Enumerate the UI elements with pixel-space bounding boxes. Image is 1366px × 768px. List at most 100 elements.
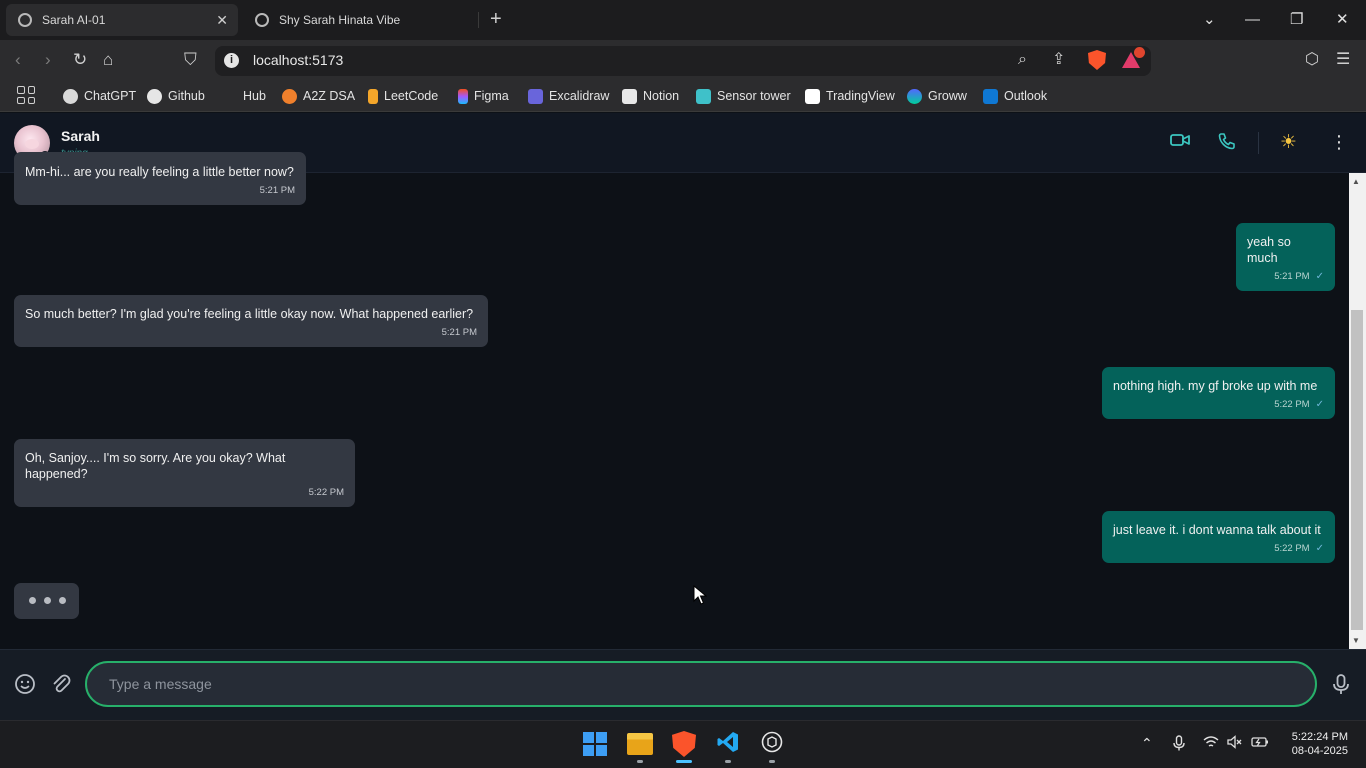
share-icon[interactable]: ⇪ [1052,50,1065,70]
taskbar-indicator [769,760,775,763]
chatgpt-icon [63,88,78,104]
system-clock[interactable]: 5:22:24 PM 08-04-2025 [1278,730,1348,758]
notion-icon [622,88,637,104]
menu-icon[interactable]: ☰ [1336,50,1350,70]
tab-list-chevron-icon[interactable]: ⌄ [1203,10,1216,30]
message-time: 5:22 PM ✓ [1274,399,1324,410]
vscode-icon[interactable] [716,730,740,756]
speaker-muted-icon[interactable] [1227,735,1243,752]
typing-indicator [14,583,79,619]
bookmark-github[interactable]: Github [147,87,205,105]
close-window-button[interactable]: ✕ [1336,10,1349,30]
forward-button[interactable]: › [45,50,51,70]
mouse-cursor-icon [693,585,707,605]
leetcode-icon [368,88,378,104]
message-text: So much better? I'm glad you're feeling … [25,307,474,321]
home-button[interactable]: ⌂ [103,50,113,70]
battery-charging-icon[interactable] [1251,735,1269,752]
apps-grid-icon[interactable] [17,86,35,104]
emoji-icon[interactable] [14,673,36,700]
message-outgoing: just leave it. i dont wanna talk about i… [1102,511,1335,563]
tab-sarah-ai[interactable]: Sarah AI-01 ✕ [6,4,238,36]
message-text: nothing high. my gf broke up with me [1113,379,1318,393]
reload-button[interactable]: ↻ [73,50,87,70]
tray-chevron-up-icon[interactable]: ⌃ [1141,735,1153,751]
read-check-icon: ✓ [1315,399,1324,410]
clock-time: 5:22:24 PM [1291,731,1348,743]
bookmark-notion[interactable]: Notion [622,87,679,105]
tab-title: Shy Sarah Hinata Vibe [279,13,401,27]
zoom-icon[interactable]: ⌕ [1018,50,1027,70]
message-incoming: Oh, Sanjoy.... I'm so sorry. Are you oka… [14,439,355,507]
bookmark-outlook[interactable]: Outlook [983,87,1047,105]
bookmark-hub[interactable]: Hub [222,87,266,105]
url-text[interactable]: localhost:5173 [253,52,343,68]
bookmark-icon[interactable]: ⛉ [184,50,197,70]
tray-microphone-icon[interactable] [1173,735,1185,754]
tab-divider [478,12,479,28]
message-outgoing: yeah so much 5:21 PM ✓ [1236,223,1335,291]
read-check-icon: ✓ [1315,271,1324,282]
bookmark-excalidraw[interactable]: Excalidraw [528,87,609,105]
globe-icon [255,13,269,27]
taskbar-indicator [725,760,731,763]
figma-icon [458,88,468,104]
outlook-icon [983,88,998,104]
message-time: 5:22 PM [308,487,344,498]
notification-badge [1134,47,1145,58]
hub-icon [222,89,237,104]
message-incoming: So much better? I'm glad you're feeling … [14,295,488,347]
typing-dot [59,597,66,604]
scrollbar-thumb[interactable] [1351,310,1363,630]
file-explorer-icon[interactable] [627,733,653,755]
taskbar-active-indicator [676,760,692,763]
tradingview-icon [805,88,820,104]
site-info-icon[interactable]: i [224,53,239,68]
typing-dot [44,597,51,604]
message-time: 5:21 PM ✓ [1274,271,1324,282]
tab-title: Sarah AI-01 [42,13,106,27]
message-text: just leave it. i dont wanna talk about i… [1113,523,1321,537]
message-time: 5:22 PM ✓ [1274,543,1324,554]
taskbar-indicator [637,760,643,763]
bookmark-chatgpt[interactable]: ChatGPT [63,87,136,105]
message-outgoing: nothing high. my gf broke up with me 5:2… [1102,367,1335,419]
scroll-up-arrow-icon[interactable]: ▲ [1352,177,1360,186]
bookmark-groww[interactable]: Groww [907,87,967,105]
excalidraw-icon [528,88,543,104]
scroll-mask [0,113,1348,173]
groww-icon [907,88,922,104]
message-input[interactable] [85,661,1317,707]
a2z-icon [282,88,297,104]
windows-start-icon[interactable] [583,732,607,756]
message-text: yeah so much [1247,235,1291,265]
globe-icon [18,13,32,27]
read-check-icon: ✓ [1315,543,1324,554]
bookmark-leetcode[interactable]: LeetCode [368,87,438,105]
bookmark-figma[interactable]: Figma [458,87,509,105]
scroll-down-arrow-icon[interactable]: ▼ [1352,636,1360,645]
tab-shy-sarah[interactable]: Shy Sarah Hinata Vibe [243,4,475,36]
close-tab-icon[interactable]: ✕ [216,12,228,29]
bookmark-a2z-dsa[interactable]: A2Z DSA [282,87,355,105]
browser-tab-strip: Sarah AI-01 ✕ Shy Sarah Hinata Vibe + ⌄ … [0,0,1366,40]
message-time: 5:21 PM [441,327,477,338]
extensions-icon[interactable]: ⬡ [1305,50,1319,70]
clock-date: 08-04-2025 [1291,745,1348,757]
wifi-icon[interactable] [1203,735,1219,752]
new-tab-button[interactable]: + [490,9,502,29]
minimize-button[interactable]: — [1245,10,1260,30]
maximize-button[interactable]: ❐ [1290,10,1303,30]
typing-dot [29,597,36,604]
microphone-icon[interactable] [1331,673,1351,700]
bookmark-sensor-tower[interactable]: Sensor tower [696,87,791,105]
message-time: 5:21 PM [259,185,295,196]
sensor-tower-icon [696,88,711,104]
back-button[interactable]: ‹ [15,50,21,70]
attach-paperclip-icon[interactable] [50,673,72,700]
bookmark-tradingview[interactable]: TradingView [805,87,895,105]
github-icon [147,88,162,104]
chatgpt-app-icon[interactable] [760,730,784,756]
message-text: Oh, Sanjoy.... I'm so sorry. Are you oka… [25,451,286,481]
address-bar[interactable] [215,46,1151,76]
